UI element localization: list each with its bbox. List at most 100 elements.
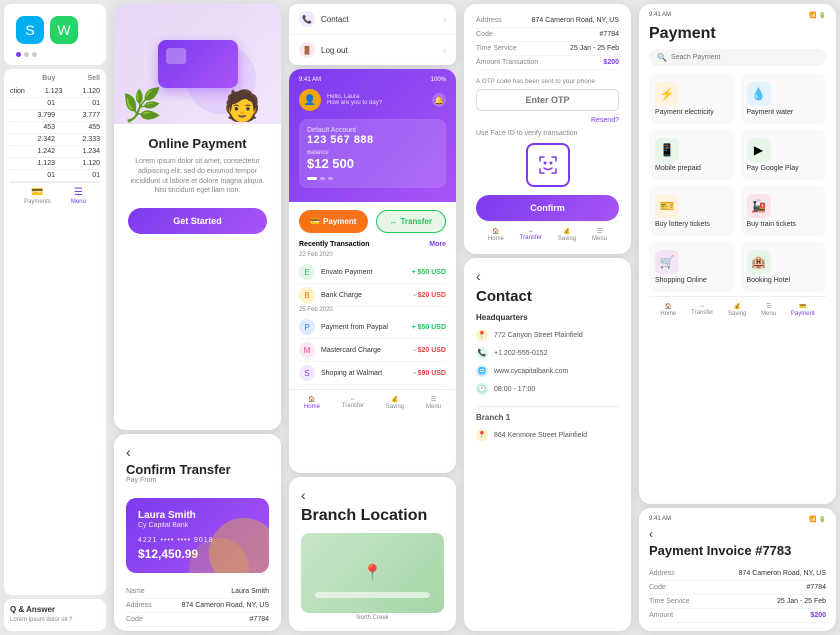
nav-label: Home <box>304 404 320 410</box>
trading-buy: 01 <box>47 172 55 179</box>
hero-credit-card <box>158 40 238 88</box>
nav-menu[interactable]: ☰ Menu <box>592 228 607 242</box>
payment-train[interactable]: 🚂 Buy train tickets <box>741 186 827 236</box>
nav-saving[interactable]: 💰 Saving <box>558 228 576 242</box>
payment-categories-panel: 9:41 AM 📶 🔋 Payment 🔍 ⚡ Payment electric… <box>639 4 836 504</box>
payment-hero: 🌿 🧑 <box>114 4 281 124</box>
invoice-row: Address 874 Cameron Road, NY, US <box>649 567 826 581</box>
menu-logout[interactable]: 🚪 Log out › <box>289 35 456 65</box>
transactions-section: Recently Transaction More 22 Feb 2020 E … <box>289 241 456 385</box>
dot-1 <box>16 52 21 57</box>
nav-menu[interactable]: ☰ Menu <box>761 303 776 317</box>
transactions-title: Recently Transaction <box>299 241 369 248</box>
col3: 📞 Contact › 🚪 Log out › 9:41 AM 100% <box>285 0 460 635</box>
contact-item: 📞 +1 202-555-0152 <box>476 344 619 362</box>
nav-home[interactable]: 🏠 Home <box>304 396 320 410</box>
trading-sell: 1.120 <box>82 160 100 167</box>
nav-label: Saving <box>386 404 404 410</box>
otp-panel: Address 874 Cameron Road, NY, US Code #7… <box>464 4 631 254</box>
trading-sell: 1.120 <box>82 88 100 95</box>
trading-buy: 1.242 <box>37 148 55 155</box>
back-button[interactable]: ‹ <box>476 268 619 284</box>
payment-lottery[interactable]: 🎫 Buy lottery tickets <box>649 186 735 236</box>
contact-phone: +1 202-555-0152 <box>494 350 548 357</box>
hero-person-icon: 🧑 <box>224 89 261 124</box>
branch-location-panel: ‹ Branch Location 📍 North Creek <box>289 477 456 631</box>
nav-transfer[interactable]: ↔ Transfer <box>342 396 364 410</box>
transaction-item: E Envato Payment + $50 USD <box>299 261 446 284</box>
branch-title: Branch 1 <box>476 413 619 422</box>
account-header: 9:41 AM 100% 👤 Hello, Laura How are you … <box>289 69 456 202</box>
otp-input[interactable] <box>476 89 619 111</box>
detail-value: #7784 <box>250 616 269 623</box>
back-button[interactable]: ‹ <box>126 444 269 460</box>
nav-label: Menu <box>592 236 607 242</box>
payment-hotel[interactable]: 🏨 Booking Hotel <box>741 242 827 292</box>
resend-link[interactable]: Resend? <box>476 117 619 124</box>
info-label: Amount Transaction <box>476 59 538 66</box>
menu-contact[interactable]: 📞 Contact › <box>289 4 456 35</box>
whatsapp-icon[interactable]: W <box>50 16 78 44</box>
trading-label: ction <box>10 88 25 95</box>
nav-payment[interactable]: 💳 Payment <box>791 303 815 317</box>
info-row: Address 874 Cameron Road, NY, US <box>476 14 619 28</box>
account-actions: 💳 Payment ↔ Transfer <box>289 202 456 241</box>
payment-electricity[interactable]: ⚡ Payment electricity <box>649 74 735 124</box>
ct-header: ‹ Confirm Transfer Pay From <box>114 434 281 490</box>
contact-hours: 08:00 - 17:00 <box>494 386 535 393</box>
nav-payments[interactable]: 💳 Payments <box>24 187 51 205</box>
search-input[interactable] <box>671 54 818 61</box>
payment-button[interactable]: 💳 Payment <box>299 210 368 233</box>
confirm-button[interactable]: Confirm <box>476 195 619 221</box>
table-row: 2.342 2.333 <box>10 134 100 146</box>
nav-saving[interactable]: 💰 Saving <box>728 303 746 317</box>
table-row: 1.242 1.234 <box>10 146 100 158</box>
notification-icon[interactable]: 🔔 <box>432 93 446 107</box>
transaction-info: Payment from Paypal <box>321 324 406 331</box>
item-label: Mobile prepaid <box>655 165 701 172</box>
payment-water[interactable]: 💧 Payment water <box>741 74 827 124</box>
payment-google-play[interactable]: ▶ Pay Google Play <box>741 130 827 180</box>
ct-details: Name Laura Smith Address 874 Cameron Roa… <box>114 581 281 631</box>
skype-icon[interactable]: S <box>16 16 44 44</box>
water-icon: 💧 <box>747 82 771 106</box>
nav-menu[interactable]: ☰ Menu <box>71 187 86 205</box>
nav-home[interactable]: 🏠 Home <box>660 303 676 317</box>
hotel-icon: 🏨 <box>747 250 771 274</box>
more-link[interactable]: More <box>429 241 446 248</box>
trading-buy: 2.342 <box>37 136 55 143</box>
map-view: 📍 <box>301 533 444 613</box>
transfer-btn-icon: ↔ <box>389 217 397 226</box>
inv-label: Amount <box>649 612 673 619</box>
transaction-item: B Bank Charge - $20 USD <box>299 284 446 307</box>
payment-shopping[interactable]: 🛒 Shopping Online <box>649 242 735 292</box>
table-row: 3.799 3.777 <box>10 110 100 122</box>
nav-label: Transfer <box>342 403 364 409</box>
back-button[interactable]: ‹ <box>301 487 444 503</box>
nav-saving[interactable]: 💰 Saving <box>386 396 404 410</box>
nav-home[interactable]: 🏠 Home <box>488 228 504 242</box>
account-label: Default Account <box>307 127 438 134</box>
transaction-date: 25 Feb 2020 <box>299 307 446 313</box>
nav-transfer[interactable]: ↔ Transfer <box>691 303 713 317</box>
confirm-transfer-panel: ‹ Confirm Transfer Pay From Laura Smith … <box>114 434 281 631</box>
nav-menu[interactable]: ☰ Menu <box>426 396 441 410</box>
contact-website: www.cycapitalbank.com <box>494 368 568 375</box>
payment-mobile[interactable]: 📱 Mobile prepaid <box>649 130 735 180</box>
transfer-button[interactable]: ↔ Transfer <box>376 210 447 233</box>
nav-transfer[interactable]: ↔ Transfer <box>520 228 542 242</box>
nav-label: Transfer <box>691 310 713 316</box>
menu-icon: ☰ <box>74 187 83 198</box>
payment-title: Payment <box>649 25 826 43</box>
inv-value: 874 Cameron Road, NY, US <box>739 570 826 577</box>
back-button[interactable]: ‹ <box>649 527 826 541</box>
transaction-amount: + $50 USD <box>412 324 446 331</box>
trading-buy: 3.799 <box>37 112 55 119</box>
saving-icon: 💰 <box>563 228 570 235</box>
payment-grid: ⚡ Payment electricity 💧 Payment water 📱 … <box>649 74 826 292</box>
get-started-button[interactable]: Get Started <box>128 208 267 234</box>
inv-label: Address <box>649 570 675 577</box>
detail-row: Code #7784 <box>126 613 269 627</box>
detail-row: Address 874 Cameron Road, NY, US <box>126 599 269 613</box>
status-time: 9:41 AM <box>649 12 671 19</box>
